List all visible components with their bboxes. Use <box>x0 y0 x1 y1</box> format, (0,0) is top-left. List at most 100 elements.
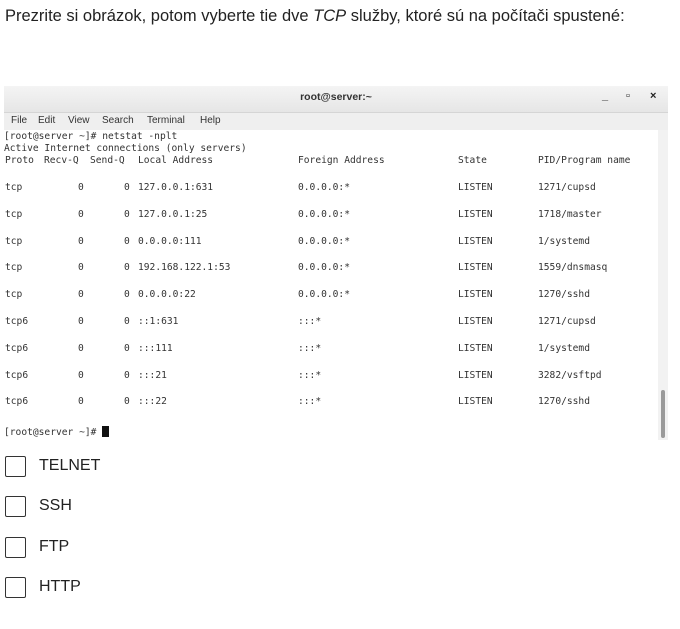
cell-foreign: :::* <box>298 316 322 327</box>
cell-proto: tcp <box>5 208 23 220</box>
cell-local: :::111 <box>138 342 173 354</box>
checkbox-telnet[interactable] <box>5 456 26 477</box>
menu-terminal: Terminal <box>147 115 185 126</box>
cell-foreign: 0.0.0.0:* <box>298 289 350 301</box>
cell-local: 0.0.0.0:22 <box>138 289 196 301</box>
cell-recvq: 0 <box>78 289 84 301</box>
cell-state: LISTEN <box>458 182 493 193</box>
table-row: tcp 0 0 127.0.0.1:25 0.0.0.0:* LISTEN 1718/mas… <box>4 209 658 221</box>
question-tcp-emphasis: TCP <box>313 7 347 25</box>
cell-foreign: 0.0.0.0:* <box>298 182 350 193</box>
cell-sendq: 0 <box>124 316 130 327</box>
cell-sendq: 0 <box>124 342 130 354</box>
cell-sendq: 0 <box>124 208 130 220</box>
table-row: tcp6 0 0:::111:::* LISTEN 1/systemd <box>4 343 658 355</box>
option-label-http: HTTP <box>39 578 81 595</box>
menu-edit: Edit <box>38 115 56 126</box>
terminal-scrollbar <box>658 130 668 440</box>
cell-local: 0.0.0.0:111 <box>138 235 202 247</box>
header-pid: PID/Program name <box>538 155 631 166</box>
cell-pid: 1559/dnsmasq <box>538 262 608 274</box>
cell-pid: 1/systemd <box>538 342 590 354</box>
cell-proto: tcp <box>5 235 23 247</box>
table-row: tcp 0 0 0.0.0.0:22 0.0.0.0:* LISTEN 1270/sshd <box>4 289 658 301</box>
cell-proto: tcp <box>5 262 23 274</box>
cell-local: :::22 <box>138 396 167 408</box>
cell-sendq: 0 <box>124 289 130 301</box>
cell-state: LISTEN <box>458 396 493 408</box>
cell-sendq: 0 <box>124 262 130 274</box>
cell-proto: tcp6 <box>5 342 29 354</box>
cell-pid: 1271/cupsd <box>538 182 596 193</box>
terminal-title: root@server:~ <box>300 91 372 103</box>
cell-pid: 1271/cupsd <box>538 316 596 327</box>
cell-pid: 1270/sshd <box>538 396 590 408</box>
terminal-output: [root@server ~]# netstat -nplt Active In… <box>4 130 658 440</box>
cell-state: LISTEN <box>458 369 493 381</box>
cell-state: LISTEN <box>458 262 493 274</box>
prompt-line: [root@server ~]# <box>4 426 110 438</box>
header-proto: Proto <box>5 155 34 166</box>
table-row: tcp6 0 0:::22:::* LISTEN 1270/sshd <box>4 396 658 408</box>
terminal-screenshot: root@server:~ _ ▫ × File Edit View Searc… <box>4 86 668 440</box>
close-icon: × <box>650 90 657 102</box>
option-label-ssh: SSH <box>39 497 72 514</box>
minimize-icon: _ <box>602 90 609 102</box>
menu-help: Help <box>200 115 221 126</box>
cell-state: LISTEN <box>458 208 493 220</box>
cell-pid: 1/systemd <box>538 235 590 247</box>
cell-local: 127.0.0.1:631 <box>138 182 214 193</box>
cell-recvq: 0 <box>78 369 84 381</box>
checkbox-ftp[interactable] <box>5 537 26 558</box>
cell-sendq: 0 <box>124 369 130 381</box>
cell-local: 127.0.0.1:25 <box>138 208 208 220</box>
cell-pid: 3282/vsftpd <box>538 369 602 381</box>
cell-local: ::1:631 <box>138 316 179 327</box>
maximize-icon: ▫ <box>626 90 630 102</box>
cell-recvq: 0 <box>78 316 84 327</box>
cell-foreign: :::* <box>298 396 322 408</box>
question-text: Prezrite si obrázok, potom vyberte tie d… <box>5 3 665 29</box>
header-recvq: Recv-Q <box>44 155 79 166</box>
command-line: [root@server ~]# netstat -nplt <box>4 131 178 142</box>
cell-proto: tcp6 <box>5 369 29 381</box>
prompt-text: [root@server ~]# <box>4 427 103 438</box>
table-row: tcp 0 0 127.0.0.1:631 0.0.0.0:* LISTEN 1271/cu… <box>4 182 658 194</box>
cell-proto: tcp6 <box>5 316 29 327</box>
cell-sendq: 0 <box>124 396 130 408</box>
cell-foreign: :::* <box>298 342 322 354</box>
cell-pid: 1718/master <box>538 208 602 220</box>
checkbox-ssh[interactable] <box>5 496 26 517</box>
cell-foreign: :::* <box>298 369 322 381</box>
menu-view: View <box>68 115 90 126</box>
checkbox-http[interactable] <box>5 577 26 598</box>
cell-recvq: 0 <box>78 262 84 274</box>
question-text-start: Prezrite si obrázok, potom vyberte tie d… <box>5 7 314 25</box>
cell-recvq: 0 <box>78 208 84 220</box>
table-row: tcp 0 0 192.168.122.1:53 0.0.0.0:* LISTEN 1559… <box>4 262 658 274</box>
cursor-block <box>102 426 110 437</box>
cell-state: LISTEN <box>458 235 493 247</box>
cell-proto: tcp6 <box>5 396 29 408</box>
option-label-telnet: TELNET <box>39 457 101 474</box>
cell-local: 192.168.122.1:53 <box>138 262 231 274</box>
cell-state: LISTEN <box>458 289 493 301</box>
menu-search: Search <box>102 115 134 126</box>
active-connections-line: Active Internet connections (only server… <box>4 143 247 154</box>
cell-sendq: 0 <box>124 235 130 247</box>
cell-foreign: 0.0.0.0:* <box>298 262 350 274</box>
terminal-menubar: File Edit View Search Terminal Help <box>4 113 668 131</box>
cell-sendq: 0 <box>124 182 130 193</box>
table-row: tcp 0 0 0.0.0.0:111 0.0.0.0:* LISTEN 1/systemd <box>4 236 658 248</box>
header-sendq: Send-Q <box>90 155 125 166</box>
cell-state: LISTEN <box>458 342 493 354</box>
table-header: Proto Recv-Q Send-Q Local Address Foreig… <box>4 155 658 167</box>
table-row: tcp6 0 0:::21:::* LISTEN 3282/vsftpd <box>4 370 658 382</box>
cell-foreign: 0.0.0.0:* <box>298 235 350 247</box>
scrollbar-thumb <box>661 390 665 438</box>
header-state: State <box>458 155 487 166</box>
cell-local: :::21 <box>138 369 167 381</box>
cell-proto: tcp <box>5 182 23 193</box>
cell-recvq: 0 <box>78 235 84 247</box>
cell-recvq: 0 <box>78 342 84 354</box>
